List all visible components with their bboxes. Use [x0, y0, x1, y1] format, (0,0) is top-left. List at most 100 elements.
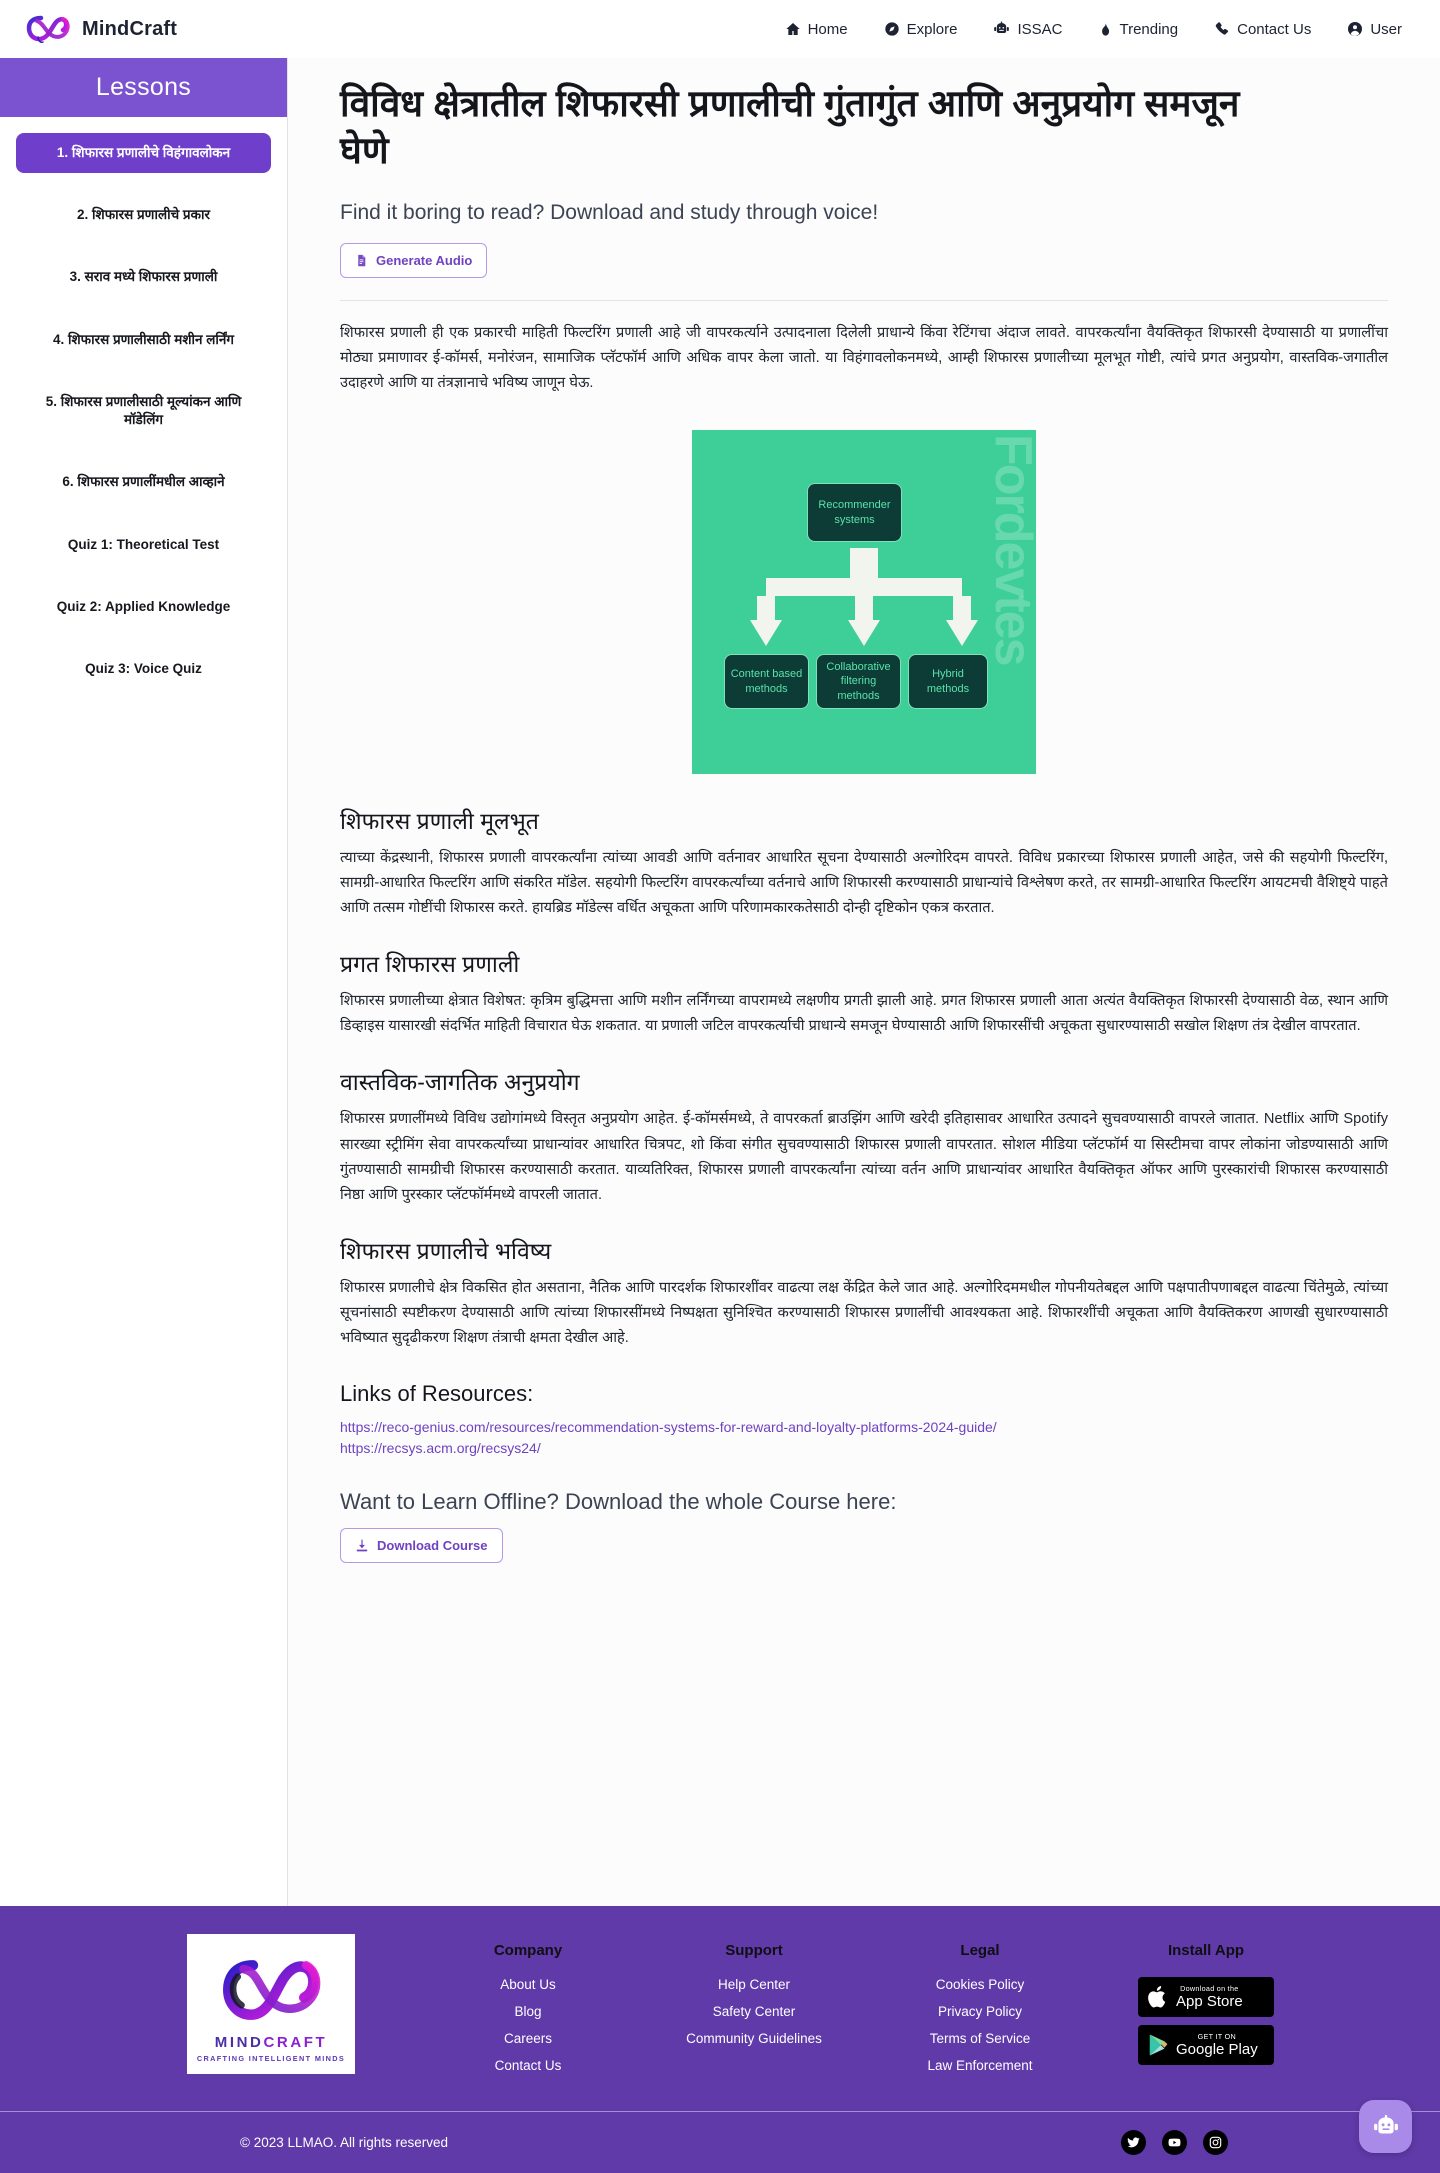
footer-link-help-center[interactable]: Help Center	[641, 1977, 867, 1992]
footer-logo: MINDCRAFT CRAFTING INTELLIGENT MINDS	[187, 1934, 355, 2074]
footer-link-cookies-policy[interactable]: Cookies Policy	[867, 1977, 1093, 1992]
footer-link-safety-center[interactable]: Safety Center	[641, 2004, 867, 2019]
google-play-icon	[1149, 2034, 1168, 2056]
footer-logo-word-1: MIND	[214, 2033, 264, 2051]
footer-link-about-us[interactable]: About Us	[415, 1977, 641, 1992]
brand-name: MindCraft	[82, 17, 178, 40]
footer-column-install-title: Install App	[1167, 1942, 1245, 1959]
sidebar-item-lesson-2[interactable]: 2. शिफारस प्रणालीचे प्रकार	[16, 195, 271, 235]
page-title: विविध क्षेत्रातील शिफारसी प्रणालीची गुंत…	[340, 83, 1240, 172]
nav-item-user[interactable]: User	[1347, 21, 1402, 38]
brand[interactable]: MindCraft	[26, 12, 177, 46]
mindcraft-logo-icon	[26, 15, 70, 43]
app-store-big-label: App Store	[1176, 1993, 1243, 2011]
twitter-icon	[1127, 2137, 1140, 2148]
apple-icon	[1148, 1986, 1166, 2008]
instagram-icon	[1209, 2136, 1222, 2149]
nav-item-home[interactable]: Home	[785, 21, 848, 38]
google-play-small-label: GET IT ON	[1197, 2031, 1237, 2041]
nav-item-user-label: User	[1370, 20, 1402, 38]
section-text-basics: त्याच्या केंद्रस्थानी, शिफारस प्रणाली वा…	[340, 850, 1388, 917]
footer-link-law-enforcement[interactable]: Law Enforcement	[867, 2058, 1093, 2073]
google-play-big-label: Google Play	[1176, 2041, 1258, 2059]
nav-links: Home Explore ISSAC Trending Contact Us U…	[785, 21, 1416, 38]
app-store-small-label: Download on the	[1180, 1983, 1239, 1993]
lesson-list: 1. शिफारस प्रणालीचे विहंगावलोकन 2. शिफार…	[0, 117, 287, 689]
divider-after-audio	[340, 299, 1388, 301]
intro-paragraph: शिफारस प्रणाली ही एक प्रकारची माहिती फिल…	[340, 324, 1388, 391]
footer-link-privacy-policy[interactable]: Privacy Policy	[867, 2004, 1093, 2019]
nav-item-trending-label: Trending	[1119, 20, 1179, 38]
section-text-future: शिफारस प्रणालीचे क्षेत्र विकसित होत असता…	[340, 1279, 1388, 1347]
sidebar-item-quiz-1[interactable]: Quiz 1: Theoretical Test	[16, 525, 271, 565]
robot-icon	[1373, 2114, 1398, 2133]
nav-item-trending[interactable]: Trending	[1098, 21, 1178, 38]
section-text-realworld: शिफारस प्रणालींमध्ये विविध उद्योगांमध्ये…	[340, 1111, 1388, 1203]
footer-columns: Company About Us Blog Careers Contact Us…	[415, 1934, 1388, 2085]
footer-column-company-title: Company	[493, 1942, 563, 1959]
app-store-badge[interactable]: Download on the App Store	[1138, 1977, 1274, 2017]
resource-link-1[interactable]: https://reco-genius.com/resources/recomm…	[340, 1419, 1388, 1435]
social-links	[1121, 2130, 1228, 2155]
sidebar-item-lesson-1[interactable]: 1. शिफारस प्रणालीचे विहंगावलोकन	[16, 133, 271, 174]
figure-node-hybrid: Hybrid methods	[909, 655, 987, 708]
robot-icon	[994, 21, 1010, 33]
sidebar-item-lesson-4[interactable]: 4. शिफारस प्रणालीसाठी मशीन लर्निंग	[16, 320, 271, 360]
footer-column-install-app: Install App Download on the App Store GE…	[1093, 1942, 1319, 2085]
figure-node-collaborative: Collaborative filtering methods	[817, 655, 900, 708]
nav-item-contact-us[interactable]: Contact Us	[1214, 21, 1311, 38]
google-play-text: GET IT ON Google Play	[1176, 2033, 1258, 2057]
nav-item-explore-label: Explore	[906, 20, 958, 38]
footer-column-company: Company About Us Blog Careers Contact Us	[415, 1942, 641, 2085]
footer-link-terms-of-service[interactable]: Terms of Service	[867, 2031, 1093, 2046]
footer-logo-tagline: CRAFTING INTELLIGENT MINDS	[196, 2053, 346, 2063]
figure-node-root: Recommender systems	[808, 484, 901, 541]
figure-node-content-based: Content based methods	[725, 655, 808, 708]
sidebar-item-quiz-2[interactable]: Quiz 2: Applied Knowledge	[16, 587, 271, 627]
top-navbar: MindCraft Home Explore ISSAC Trending Co…	[0, 0, 1440, 58]
links-heading: Links of Resources:	[340, 1381, 534, 1407]
user-icon	[1348, 22, 1363, 36]
sidebar-item-lesson-3[interactable]: 3. सराव मध्ये शिफारस प्रणाली	[16, 257, 271, 297]
footer-link-blog[interactable]: Blog	[415, 2004, 641, 2019]
section-heading-realworld: वास्तविक-जागतिक अनुप्रयोग	[340, 1069, 580, 1096]
social-instagram[interactable]	[1203, 2130, 1228, 2155]
nav-item-explore[interactable]: Explore	[884, 20, 958, 38]
copyright-text: © 2023 LLMAO. All rights reserved	[240, 2135, 449, 2150]
footer-column-legal: Legal Cookies Policy Privacy Policy Term…	[867, 1942, 1093, 2085]
document-audio-icon	[358, 254, 366, 266]
footer-link-community-guidelines[interactable]: Community Guidelines	[641, 2031, 867, 2046]
footer-top: MINDCRAFT CRAFTING INTELLIGENT MINDS Com…	[0, 1934, 1440, 2111]
social-youtube[interactable]	[1162, 2130, 1187, 2155]
generate-audio-label: Generate Audio	[376, 252, 473, 268]
download-course-label: Download Course	[377, 1538, 488, 1554]
compass-icon	[884, 22, 899, 36]
store-badges: Download on the App Store GET IT ON Goog…	[1093, 1977, 1319, 2065]
generate-audio-button[interactable]: Generate Audio	[340, 242, 488, 278]
footer-link-contact-us[interactable]: Contact Us	[415, 2058, 641, 2073]
sidebar-item-quiz-3[interactable]: Quiz 3: Voice Quiz	[16, 649, 271, 689]
mindcraft-infinity-icon	[223, 1959, 321, 2020]
fire-icon	[1102, 22, 1110, 36]
download-icon	[356, 1539, 368, 1552]
section-text-advanced: शिफारस प्रणालीच्या क्षेत्रात विशेषत: कृत…	[340, 993, 1388, 1035]
figure-canvas: Fordevtes Recommender systems Content ba…	[692, 430, 1036, 774]
footer-link-careers[interactable]: Careers	[415, 2031, 641, 2046]
sidebar-title: Lessons	[95, 73, 192, 101]
social-twitter[interactable]	[1121, 2130, 1146, 2155]
sidebar-item-lesson-6[interactable]: 6. शिफारस प्रणालींमधील आव्हाने	[16, 462, 271, 502]
page-root: MindCraft Home Explore ISSAC Trending Co…	[0, 0, 1440, 2173]
download-course-button[interactable]: Download Course	[340, 1528, 503, 1564]
chatbot-button[interactable]	[1359, 2100, 1412, 2153]
nav-item-issac[interactable]: ISSAC	[993, 21, 1062, 38]
lessons-sidebar: Lessons 1. शिफारस प्रणालीचे विहंगावलोकन …	[0, 58, 288, 1906]
section-heading-advanced: प्रगत शिफारस प्रणाली	[340, 951, 520, 978]
resource-link-2[interactable]: https://recsys.acm.org/recsys24/	[340, 1440, 1388, 1456]
google-play-badge[interactable]: GET IT ON Google Play	[1138, 2025, 1274, 2065]
section-heading-future: शिफारस प्रणालीचे भविष्य	[340, 1237, 552, 1264]
offline-heading: Want to Learn Offline? Download the whol…	[340, 1489, 897, 1515]
main-layout: Lessons 1. शिफारस प्रणालीचे विहंगावलोकन …	[0, 58, 1440, 1906]
section-heading-basics: शिफारस प्रणाली मूलभूत	[340, 808, 539, 834]
sidebar-item-lesson-5[interactable]: 5. शिफारस प्रणालीसाठी मूल्यांकन आणि मॉडे…	[16, 382, 271, 440]
footer-column-support: Support Help Center Safety Center Commun…	[641, 1942, 867, 2085]
